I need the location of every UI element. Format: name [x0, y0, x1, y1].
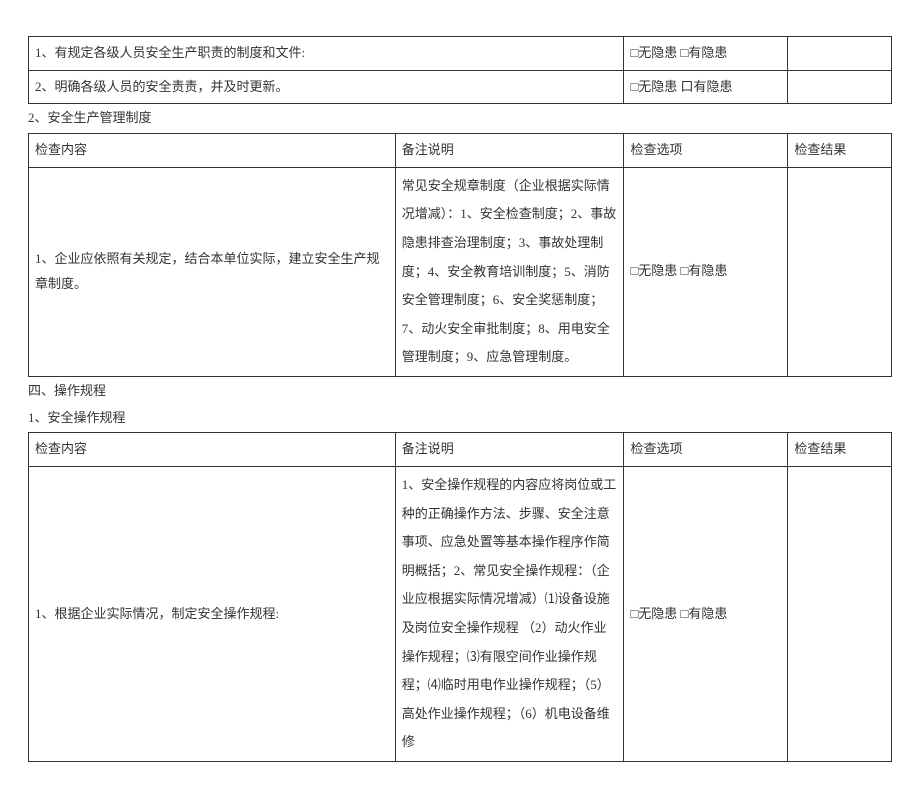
section-heading-4a: 四、操作规程: [28, 379, 892, 404]
header-result: 检查结果: [788, 433, 892, 467]
check-result: [788, 167, 892, 376]
check-result: [788, 37, 892, 71]
table-row: 1、有规定各级人员安全生产职责的制度和文件: □无隐患 □有隐患: [29, 37, 892, 71]
table-row: 2、明确各级人员的安全责责，并及时更新。 □无隐患 口有隐患: [29, 70, 892, 104]
top-table: 1、有规定各级人员安全生产职责的制度和文件: □无隐患 □有隐患 2、明确各级人…: [28, 36, 892, 104]
check-content: 2、明确各级人员的安全责责，并及时更新。: [29, 70, 624, 104]
header-options: 检查选项: [624, 433, 788, 467]
header-row: 检查内容 备注说明 检查选项 检查结果: [29, 134, 892, 168]
header-note: 备注说明: [395, 433, 624, 467]
check-content: 1、企业应依照有关规定，结合本单位实际，建立安全生产规章制度。: [29, 167, 396, 376]
check-content: 1、有规定各级人员安全生产职责的制度和文件:: [29, 37, 624, 71]
check-options: □无隐患 □有隐患: [624, 37, 788, 71]
header-result: 检查结果: [788, 134, 892, 168]
header-content: 检查内容: [29, 433, 396, 467]
check-content: 1、根据企业实际情况，制定安全操作规程:: [29, 466, 396, 761]
check-options: □无隐患 口有隐患: [624, 70, 788, 104]
table-row: 1、根据企业实际情况，制定安全操作规程: 1、安全操作规程的内容应将岗位或工种的…: [29, 466, 892, 761]
section-heading-4b: 1、安全操作规程: [28, 406, 892, 431]
check-note: 1、安全操作规程的内容应将岗位或工种的正确操作方法、步骤、安全注意事项、应急处置…: [395, 466, 624, 761]
check-result: [788, 70, 892, 104]
table-row: 1、企业应依照有关规定，结合本单位实际，建立安全生产规章制度。 常见安全规章制度…: [29, 167, 892, 376]
check-options: □无隐患 □有隐患: [624, 466, 788, 761]
check-result: [788, 466, 892, 761]
section2-table: 检查内容 备注说明 检查选项 检查结果 1、企业应依照有关规定，结合本单位实际，…: [28, 133, 892, 377]
check-note: 常见安全规章制度（企业根据实际情况增减）：1、安全检查制度；2、事故隐患排查治理…: [395, 167, 624, 376]
section4-table: 检查内容 备注说明 检查选项 检查结果 1、根据企业实际情况，制定安全操作规程:…: [28, 432, 892, 762]
header-content: 检查内容: [29, 134, 396, 168]
header-options: 检查选项: [624, 134, 788, 168]
check-options: □无隐患 □有隐患: [624, 167, 788, 376]
section-heading-2: 2、安全生产管理制度: [28, 106, 892, 131]
header-row: 检查内容 备注说明 检查选项 检查结果: [29, 433, 892, 467]
header-note: 备注说明: [395, 134, 624, 168]
